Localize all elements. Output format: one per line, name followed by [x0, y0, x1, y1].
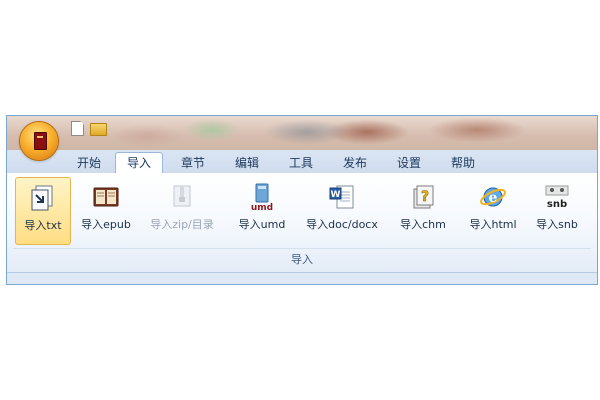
snb-icon: snb: [545, 185, 569, 210]
new-file-icon[interactable]: [71, 121, 84, 136]
svg-text:?: ?: [421, 189, 429, 205]
chm-help-icon: ?: [413, 185, 434, 209]
svg-text:W: W: [331, 190, 341, 200]
word-document-icon: W: [329, 185, 354, 209]
epub-book-icon: [93, 187, 119, 207]
tab-tools[interactable]: 工具: [281, 154, 321, 174]
import-umd-button[interactable]: umd 导入umd: [233, 177, 291, 245]
internet-explorer-icon: e: [480, 187, 506, 207]
application-menu-button[interactable]: [20, 122, 58, 160]
import-doc-label: 导入doc/docx: [306, 218, 378, 231]
svg-text:umd: umd: [251, 203, 273, 211]
quick-access-toolbar: [71, 120, 107, 136]
group-separator: [13, 248, 591, 249]
import-chm-button[interactable]: ? 导入chm: [393, 177, 453, 245]
tab-start[interactable]: 开始: [69, 154, 109, 174]
zip-folder-icon: [173, 185, 191, 207]
tab-settings[interactable]: 设置: [389, 154, 429, 174]
svg-text:snb: snb: [547, 199, 567, 210]
app-logo-book-icon: [34, 132, 47, 150]
import-html-label: 导入html: [469, 218, 517, 231]
ribbon-panel: 导入txt 导入epub 导入zip/目录 umd 导入umd W 导入doc/…: [7, 173, 597, 273]
tab-publish[interactable]: 发布: [335, 154, 375, 174]
tab-import[interactable]: 导入: [115, 152, 163, 175]
import-zip-label: 导入zip/目录: [150, 218, 214, 231]
open-folder-icon[interactable]: [90, 123, 107, 136]
ribbon-tab-bar: 开始 导入 章节 编辑 工具 发布 设置 帮助: [7, 150, 597, 175]
import-zip-button[interactable]: 导入zip/目录: [143, 177, 221, 245]
umd-book-icon: umd: [251, 183, 273, 211]
tab-chapters[interactable]: 章节: [173, 154, 213, 174]
tab-edit[interactable]: 编辑: [227, 154, 267, 174]
import-chm-label: 导入chm: [400, 218, 446, 231]
ribbon-group-label: 导入: [291, 253, 313, 266]
application-window: 开始 导入 章节 编辑 工具 发布 设置 帮助 导入txt 导入epub 导入z…: [6, 115, 598, 285]
svg-text:e: e: [489, 190, 498, 206]
title-bar: [7, 116, 597, 160]
ribbon-bottom-strip: [7, 273, 597, 284]
import-html-button[interactable]: e 导入html: [461, 177, 525, 245]
import-epub-button[interactable]: 导入epub: [77, 177, 135, 245]
tab-help[interactable]: 帮助: [443, 154, 483, 174]
import-snb-button[interactable]: snb 导入snb: [529, 177, 585, 245]
import-txt-button[interactable]: 导入txt: [15, 177, 71, 245]
import-umd-label: 导入umd: [238, 218, 286, 231]
import-txt-icon: [31, 185, 53, 211]
import-epub-label: 导入epub: [81, 218, 131, 231]
import-txt-label: 导入txt: [24, 219, 62, 232]
import-snb-label: 导入snb: [536, 218, 578, 231]
import-doc-button[interactable]: W 导入doc/docx: [299, 177, 385, 245]
